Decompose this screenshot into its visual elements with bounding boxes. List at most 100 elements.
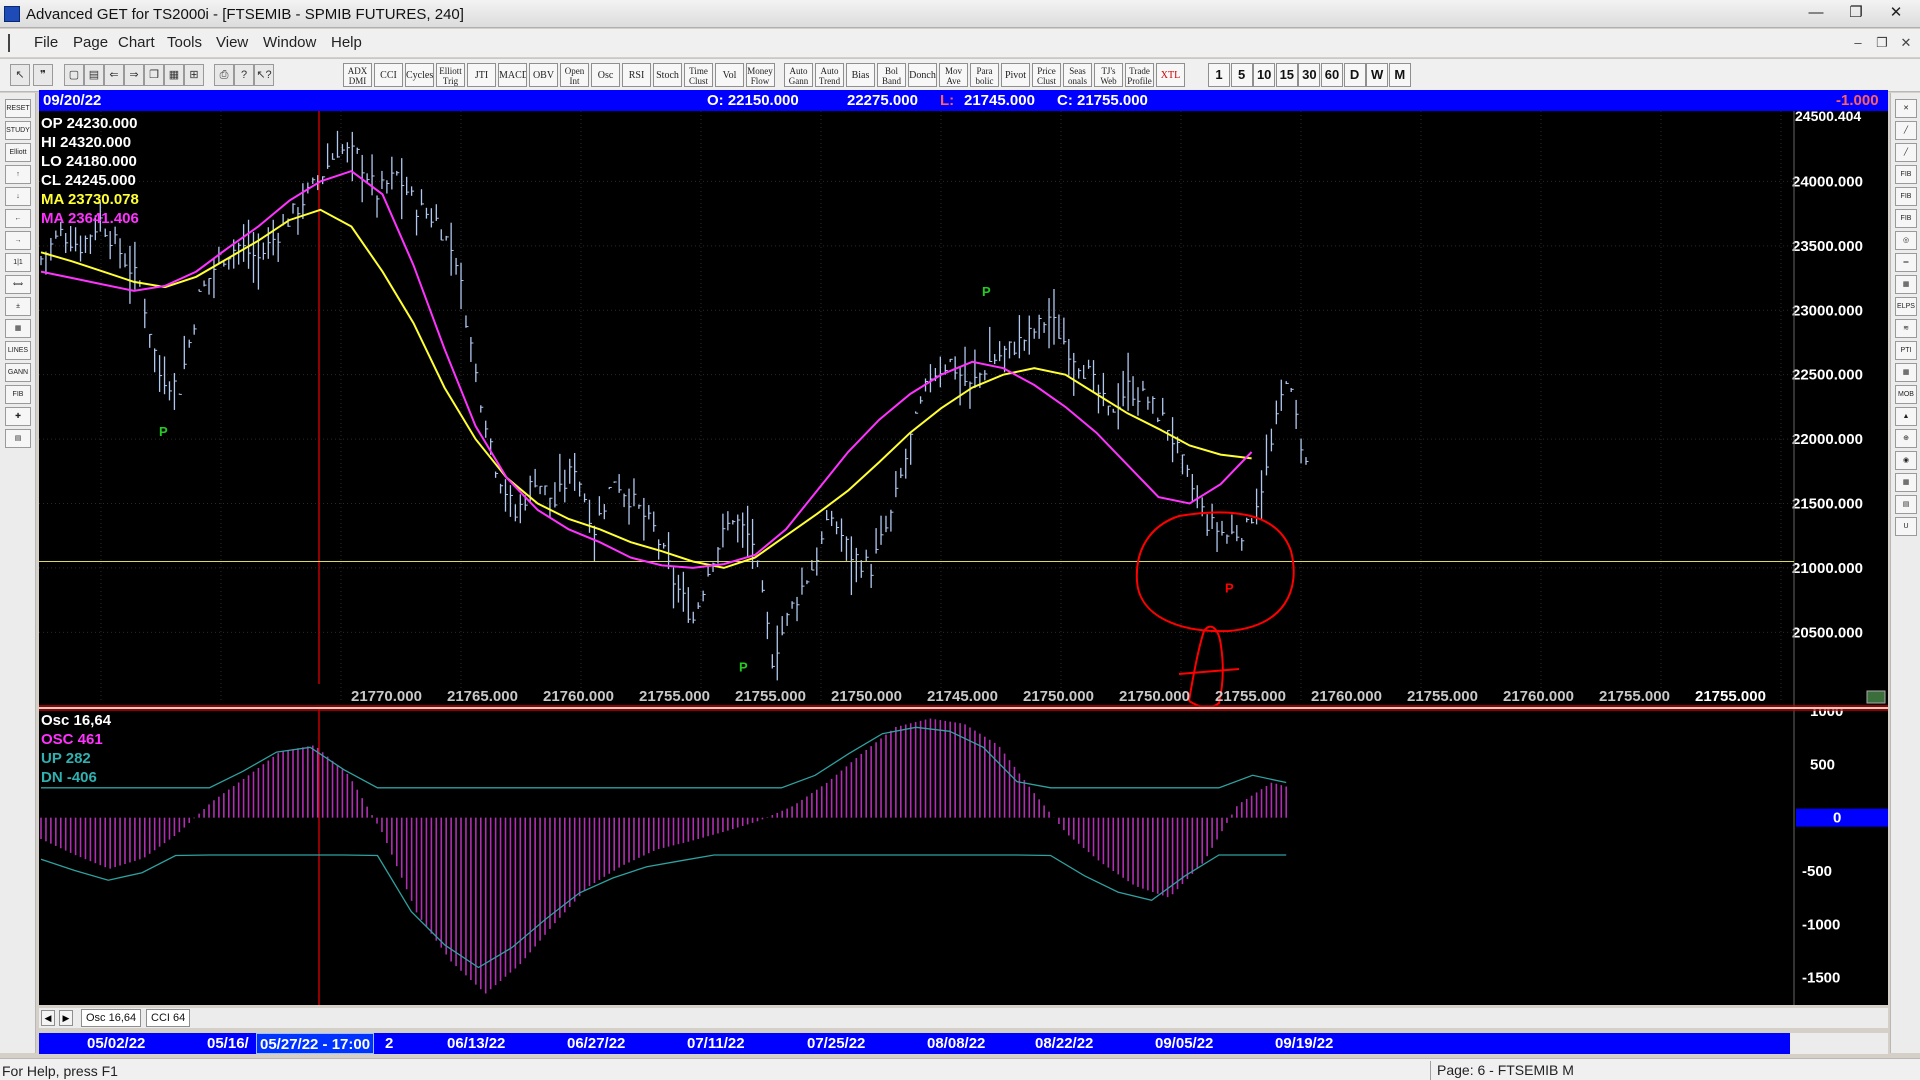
indicator-button-seas-onals[interactable]: Seas onals bbox=[1063, 63, 1092, 87]
timeframe-button-10[interactable]: 10 bbox=[1253, 63, 1276, 87]
new-page-icon[interactable]: ▢ bbox=[64, 64, 84, 86]
left-tool-button[interactable]: FIB bbox=[5, 385, 31, 404]
right-tool-button[interactable]: FIB TIME bbox=[1895, 209, 1917, 228]
tab-osc[interactable]: Osc 16,64 bbox=[81, 1009, 142, 1027]
open-page-icon[interactable]: ▤ bbox=[84, 64, 104, 86]
mdi-close-button[interactable]: ✕ bbox=[1895, 33, 1917, 53]
indicator-button-rsi[interactable]: RSI bbox=[622, 63, 651, 87]
right-tool-button[interactable]: ⊕ bbox=[1895, 429, 1917, 448]
scroll-right-icon[interactable]: ⇒ bbox=[124, 64, 144, 86]
indicator-button-bias[interactable]: Bias bbox=[846, 63, 875, 87]
menu-window[interactable]: Window bbox=[263, 34, 316, 51]
menu-help[interactable]: Help bbox=[331, 34, 362, 51]
indicator-button-pivot[interactable]: Pivot bbox=[1001, 63, 1030, 87]
tab-scroll-left-icon[interactable]: ◀ bbox=[41, 1010, 55, 1026]
scroll-left-icon[interactable]: ⇐ bbox=[104, 64, 124, 86]
indicator-button-para-bolic[interactable]: Para bolic bbox=[970, 63, 999, 87]
indicator-button-xtl[interactable]: XTL bbox=[1156, 63, 1185, 87]
tab-cci[interactable]: CCI 64 bbox=[146, 1009, 191, 1027]
indicator-button-cycles[interactable]: Cycles bbox=[405, 63, 434, 87]
timeframe-button-1[interactable]: 1 bbox=[1208, 63, 1230, 87]
indicator-button-jti[interactable]: JTI bbox=[467, 63, 496, 87]
left-tool-button[interactable]: → bbox=[5, 231, 31, 250]
minimize-button[interactable]: — bbox=[1798, 2, 1834, 24]
timeframe-button-5[interactable]: 5 bbox=[1230, 63, 1253, 87]
timeframe-button-30[interactable]: 30 bbox=[1298, 63, 1321, 87]
timeframe-button-m[interactable]: M bbox=[1388, 63, 1411, 87]
left-tool-button[interactable]: LINES bbox=[5, 341, 31, 360]
timeframe-button-15[interactable]: 15 bbox=[1275, 63, 1298, 87]
tab-scroll-right-icon[interactable]: ▶ bbox=[59, 1010, 73, 1026]
right-tool-button[interactable]: ◉ bbox=[1895, 451, 1917, 470]
indicator-button-auto-gann[interactable]: Auto Gann bbox=[784, 63, 813, 87]
timeframe-button-w[interactable]: W bbox=[1366, 63, 1389, 87]
mdi-minimize-button[interactable]: – bbox=[1847, 33, 1869, 53]
left-tool-button[interactable]: RESET bbox=[5, 99, 31, 118]
left-tool-button[interactable]: ✚ bbox=[5, 407, 31, 426]
context-help-icon[interactable]: ↖? bbox=[254, 64, 274, 86]
tips-icon[interactable]: ? bbox=[234, 64, 254, 86]
price-chart[interactable]: 24000.000 23500.000 23000.000 22500.000 2200… bbox=[39, 111, 1888, 707]
left-tool-button[interactable]: GANN bbox=[5, 363, 31, 382]
indicator-button-money-flow[interactable]: Money Flow bbox=[745, 63, 775, 87]
left-tool-button[interactable]: ▤ bbox=[5, 429, 31, 448]
mdi-restore-button[interactable]: ❐ bbox=[1871, 33, 1893, 53]
indicator-button-bol-band[interactable]: Bol Band bbox=[877, 63, 906, 87]
right-tool-button[interactable]: ✕ bbox=[1895, 99, 1917, 118]
close-button[interactable]: ✕ bbox=[1878, 2, 1914, 24]
timeframe-button-60[interactable]: 60 bbox=[1321, 63, 1343, 87]
indicator-button-mov-ave[interactable]: Mov Ave bbox=[939, 63, 968, 87]
right-tool-button[interactable]: ELPS bbox=[1895, 297, 1917, 316]
indicator-button-time-clust[interactable]: Time Clust bbox=[684, 63, 713, 87]
right-tool-button[interactable]: ◎ bbox=[1895, 231, 1917, 250]
indicator-button-obv[interactable]: OBV bbox=[529, 63, 558, 87]
indicator-button-price-clust[interactable]: Price Clust bbox=[1032, 63, 1061, 87]
menu-chart[interactable]: Chart bbox=[118, 34, 155, 51]
oscillator-chart[interactable]: 10005000-500-1000-1500 bbox=[39, 709, 1888, 1005]
right-tool-button[interactable]: ═ bbox=[1895, 253, 1917, 272]
right-tool-button[interactable]: ≋ bbox=[1895, 319, 1917, 338]
left-tool-button[interactable]: ↓ bbox=[5, 187, 31, 206]
document-icon[interactable] bbox=[8, 34, 22, 52]
indicator-button-osc[interactable]: Osc bbox=[591, 63, 620, 87]
right-tool-button[interactable]: U bbox=[1895, 517, 1917, 536]
timeframe-button-d[interactable]: D bbox=[1343, 63, 1366, 87]
left-tool-button[interactable]: ↑ bbox=[5, 165, 31, 184]
chart-panel[interactable]: 24000.000 23500.000 23000.000 22500.000 2200… bbox=[39, 111, 1888, 1080]
right-tool-button[interactable]: MOB bbox=[1895, 385, 1917, 404]
right-tool-button[interactable]: ▤ bbox=[1895, 495, 1917, 514]
indicator-button-donch[interactable]: Donch bbox=[908, 63, 937, 87]
menu-tools[interactable]: Tools bbox=[167, 34, 202, 51]
left-tool-button[interactable]: 1|1 bbox=[5, 253, 31, 272]
indicator-button-macd[interactable]: MACD bbox=[498, 63, 527, 87]
copy-icon[interactable]: ❐ bbox=[144, 64, 164, 86]
left-tool-button[interactable]: ⟺ bbox=[5, 275, 31, 294]
right-tool-button[interactable]: ╱ bbox=[1895, 143, 1917, 162]
indicator-button-open-int[interactable]: Open Int bbox=[560, 63, 589, 87]
print-icon[interactable]: ⎙ bbox=[214, 64, 234, 86]
indicator-button-auto-trend[interactable]: Auto Trend bbox=[815, 63, 844, 87]
left-tool-button[interactable]: ± bbox=[5, 297, 31, 316]
right-tool-button[interactable]: ▲ bbox=[1895, 407, 1917, 426]
indicator-button-tj-s-web[interactable]: TJ's Web bbox=[1094, 63, 1123, 87]
right-tool-button[interactable]: FIB EXT bbox=[1895, 187, 1917, 206]
indicator-button-trade-profile[interactable]: Trade Profile bbox=[1125, 63, 1154, 87]
indicator-button-adx-dmi[interactable]: ADX DMI bbox=[343, 63, 372, 87]
left-tool-button[interactable]: ← bbox=[5, 209, 31, 228]
grid-icon[interactable]: ▦ bbox=[164, 64, 184, 86]
menu-page[interactable]: Page bbox=[73, 34, 108, 51]
indicator-button-cci[interactable]: CCI bbox=[374, 63, 403, 87]
indicator-button-vol[interactable]: Vol bbox=[715, 63, 744, 87]
right-tool-button[interactable]: FIB RET bbox=[1895, 165, 1917, 184]
menu-view[interactable]: View bbox=[216, 34, 248, 51]
right-tool-button[interactable]: PTI bbox=[1895, 341, 1917, 360]
left-tool-button[interactable]: ▦ bbox=[5, 319, 31, 338]
right-tool-button[interactable]: ▦ bbox=[1895, 363, 1917, 382]
left-tool-button[interactable]: STUDY bbox=[5, 121, 31, 140]
layout-icon[interactable]: ⊞ bbox=[184, 64, 204, 86]
indicator-button-elliott-trig[interactable]: Elliott Trig bbox=[436, 63, 465, 87]
right-tool-button[interactable]: ▦ bbox=[1895, 473, 1917, 492]
left-tool-button[interactable]: Elliott bbox=[5, 143, 31, 162]
right-tool-button[interactable]: ╱ bbox=[1895, 121, 1917, 140]
right-tool-button[interactable]: ▦ bbox=[1895, 275, 1917, 294]
